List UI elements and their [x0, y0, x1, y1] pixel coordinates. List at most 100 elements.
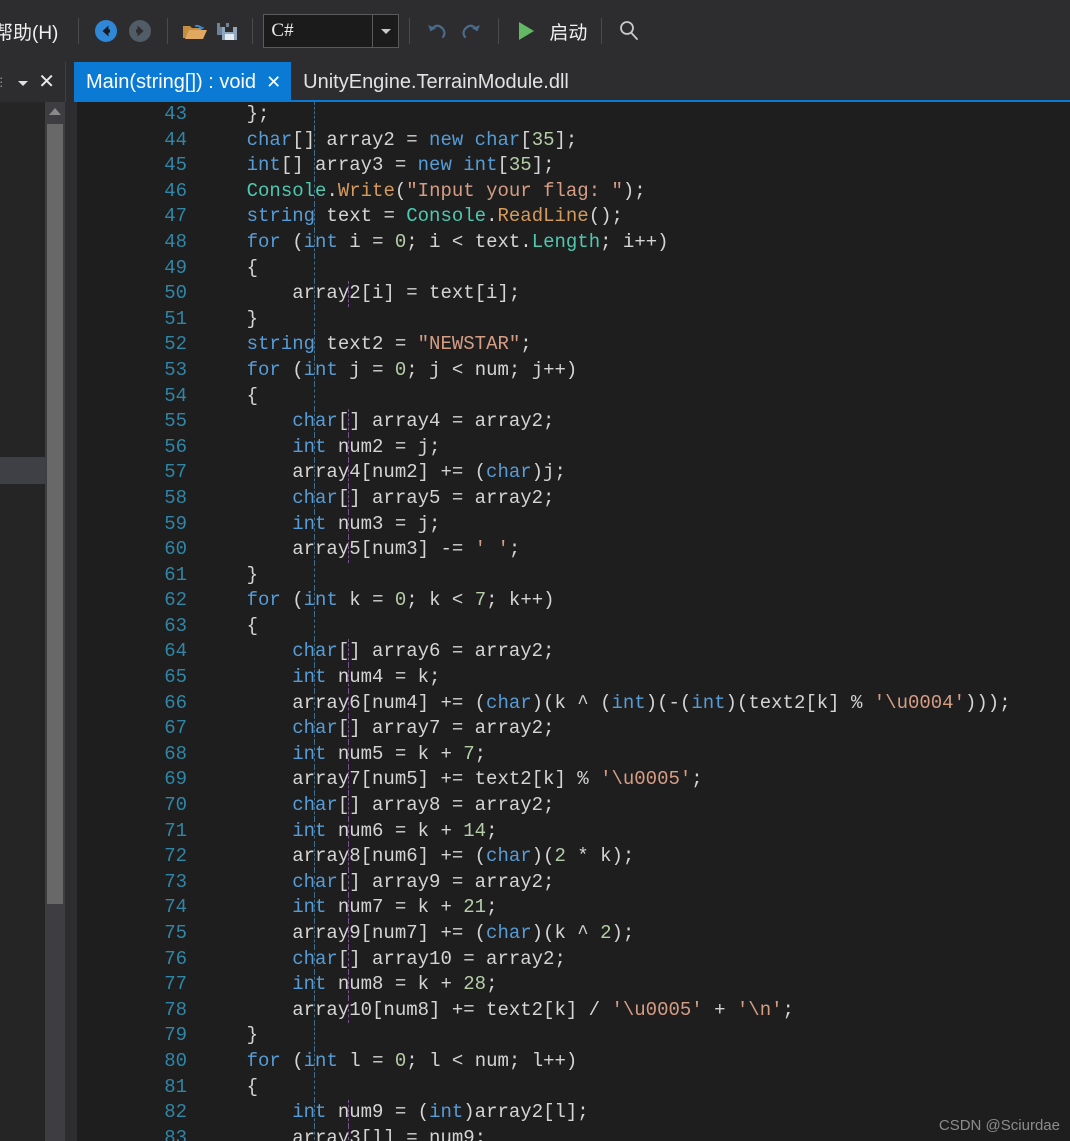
- line-text[interactable]: int num8 = k + 28;: [201, 972, 497, 998]
- code-line[interactable]: 45 int[] array3 = new int[35];: [77, 153, 1070, 179]
- code-line[interactable]: 82 int num9 = (int)array2[l];: [77, 1100, 1070, 1126]
- line-text[interactable]: char[] array4 = array2;: [201, 409, 554, 435]
- code-editor[interactable]: 43 }; 44 char[] array2 = new char[35]; 45 …: [77, 102, 1070, 1141]
- code-line[interactable]: 68 int num5 = k + 7;: [77, 741, 1070, 768]
- code-line[interactable]: 70 char[] array8 = array2;: [77, 793, 1070, 819]
- code-line[interactable]: 64 char[] array6 = array2;: [77, 639, 1070, 666]
- line-text[interactable]: {: [201, 255, 315, 282]
- code-line[interactable]: 59 int num3 = j;: [77, 511, 1070, 538]
- run-button[interactable]: [509, 14, 543, 48]
- code-line[interactable]: 56 int num2 = j;: [77, 434, 1070, 461]
- code-line[interactable]: 46 Console.Write("Input your flag: ");: [77, 178, 1070, 205]
- scrollbar-up-button[interactable]: [45, 102, 65, 120]
- line-text[interactable]: int num2 = j;: [201, 434, 440, 461]
- line-text[interactable]: }: [201, 562, 315, 589]
- line-text[interactable]: char[] array9 = array2;: [201, 869, 554, 896]
- code-line[interactable]: 76 char[] array10 = array2;: [77, 946, 1070, 973]
- menu-help[interactable]: 帮助(H): [0, 18, 68, 45]
- line-text[interactable]: {: [201, 613, 315, 640]
- line-text[interactable]: char[] array7 = array2;: [201, 716, 554, 742]
- code-line[interactable]: 72 array8[num6] += (char)(2 * k);: [77, 844, 1070, 870]
- line-text[interactable]: Console.Write("Input your flag: ");: [201, 178, 646, 205]
- line-text[interactable]: char[] array8 = array2;: [201, 793, 554, 819]
- line-text[interactable]: array8[num6] += (char)(2 * k);: [201, 844, 634, 870]
- line-text[interactable]: int[] array3 = new int[35];: [201, 153, 555, 179]
- code-line[interactable]: 81 {: [77, 1074, 1070, 1101]
- line-text[interactable]: array5[num3] -= ' ';: [201, 537, 520, 563]
- line-text[interactable]: {: [201, 383, 315, 410]
- code-line[interactable]: 61 }: [77, 562, 1070, 589]
- code-line[interactable]: 71 int num6 = k + 14;: [77, 818, 1070, 845]
- code-line[interactable]: 48 for (int i = 0; i < text.Length; i++): [77, 229, 1070, 256]
- code-line[interactable]: 58 char[] array5 = array2;: [77, 485, 1070, 512]
- language-config-dropdown[interactable]: C#: [263, 14, 400, 48]
- line-text[interactable]: int num5 = k + 7;: [201, 741, 486, 768]
- code-line[interactable]: 63 {: [77, 613, 1070, 640]
- code-line[interactable]: 83 array3[l] = num9;: [77, 1125, 1070, 1141]
- navigate-forward-button[interactable]: [123, 14, 157, 48]
- line-text[interactable]: };: [201, 102, 315, 128]
- line-text[interactable]: }: [201, 1023, 315, 1049]
- dropdown-arrow-box[interactable]: [372, 15, 398, 47]
- code-line[interactable]: 66 array6[num4] += (char)(k ^ (int)(-(in…: [77, 690, 1070, 717]
- line-text[interactable]: array3[l] = num9;: [201, 1125, 486, 1141]
- line-text[interactable]: array9[num7] += (char)(k ^ 2);: [201, 921, 634, 947]
- code-line[interactable]: 49 {: [77, 255, 1070, 282]
- line-text[interactable]: char[] array2 = new char[35];: [201, 127, 577, 154]
- tab-main-method[interactable]: Main(string[]) : void ✕: [74, 62, 292, 102]
- line-text[interactable]: for (int k = 0; k < 7; k++): [201, 588, 555, 614]
- code-line[interactable]: 52 string text2 = "NEWSTAR";: [77, 332, 1070, 358]
- code-line[interactable]: 75 array9[num7] += (char)(k ^ 2);: [77, 921, 1070, 947]
- line-text[interactable]: int num4 = k;: [201, 665, 440, 691]
- search-button[interactable]: [612, 14, 646, 48]
- code-line[interactable]: 55 char[] array4 = array2;: [77, 409, 1070, 435]
- code-line[interactable]: 79 }: [77, 1023, 1070, 1049]
- line-text[interactable]: int num3 = j;: [201, 511, 440, 538]
- line-text[interactable]: array4[num2] += (char)j;: [201, 460, 566, 486]
- pane-dropdown-button[interactable]: [18, 73, 29, 91]
- code-line[interactable]: 62 for (int k = 0; k < 7; k++): [77, 588, 1070, 614]
- code-line[interactable]: 51 }: [77, 306, 1070, 333]
- line-text[interactable]: char[] array5 = array2;: [201, 485, 554, 512]
- code-line[interactable]: 73 char[] array9 = array2;: [77, 869, 1070, 896]
- code-line[interactable]: 47 string text = Console.ReadLine();: [77, 204, 1070, 230]
- line-text[interactable]: }: [201, 306, 315, 333]
- line-text[interactable]: array10[num8] += text2[k] / '\u0005' + '…: [201, 997, 794, 1024]
- code-line[interactable]: 77 int num8 = k + 28;: [77, 972, 1070, 998]
- close-icon[interactable]: ✕: [266, 73, 281, 91]
- line-text[interactable]: for (int i = 0; i < text.Length; i++): [201, 229, 669, 256]
- line-text[interactable]: char[] array10 = array2;: [201, 946, 566, 973]
- line-text[interactable]: string text2 = "NEWSTAR";: [201, 332, 532, 358]
- code-line[interactable]: 78 array10[num8] += text2[k] / '\u0005' …: [77, 997, 1070, 1024]
- code-line[interactable]: 74 int num7 = k + 21;: [77, 895, 1070, 921]
- line-text[interactable]: int num6 = k + 14;: [201, 818, 497, 845]
- code-line[interactable]: 65 int num4 = k;: [77, 665, 1070, 691]
- line-text[interactable]: int num9 = (int)array2[l];: [201, 1100, 589, 1126]
- line-text[interactable]: array6[num4] += (char)(k ^ (int)(-(int)(…: [201, 690, 1011, 717]
- open-file-button[interactable]: [178, 14, 212, 48]
- code-line[interactable]: 44 char[] array2 = new char[35];: [77, 127, 1070, 154]
- tab-terrain-module-dll[interactable]: UnityEngine.TerrainModule.dll: [291, 62, 579, 102]
- code-line[interactable]: 50 array2[i] = text[i];: [77, 281, 1070, 307]
- line-text[interactable]: int num7 = k + 21;: [201, 895, 497, 921]
- line-text[interactable]: {: [201, 1074, 315, 1101]
- scrollbar-thumb[interactable]: [47, 124, 63, 904]
- code-line[interactable]: 54 {: [77, 383, 1070, 410]
- line-text[interactable]: array7[num5] += text2[k] % '\u0005';: [201, 767, 703, 794]
- line-text[interactable]: for (int j = 0; j < num; j++): [201, 357, 577, 384]
- line-text[interactable]: char[] array6 = array2;: [201, 639, 554, 666]
- code-line[interactable]: 67 char[] array7 = array2;: [77, 716, 1070, 742]
- code-line[interactable]: 69 array7[num5] += text2[k] % '\u0005';: [77, 767, 1070, 794]
- code-line[interactable]: 57 array4[num2] += (char)j;: [77, 460, 1070, 486]
- vertical-scrollbar[interactable]: [45, 102, 65, 1141]
- left-pane-selected-item[interactable]: [0, 457, 45, 484]
- undo-button[interactable]: [420, 14, 454, 48]
- redo-button[interactable]: [454, 14, 488, 48]
- save-all-button[interactable]: [212, 14, 242, 48]
- pane-close-button[interactable]: ✕: [38, 72, 55, 92]
- line-text[interactable]: array2[i] = text[i];: [201, 281, 520, 307]
- navigate-back-button[interactable]: [89, 14, 123, 48]
- code-line[interactable]: 53 for (int j = 0; j < num; j++): [77, 357, 1070, 384]
- line-text[interactable]: string text = Console.ReadLine();: [201, 204, 623, 230]
- run-button-label[interactable]: 启动: [549, 18, 587, 45]
